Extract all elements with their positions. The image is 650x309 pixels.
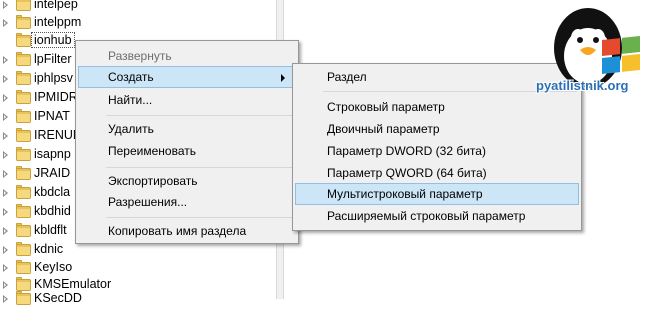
expand-arrow-icon[interactable] xyxy=(3,94,8,102)
logo-text: pyatilistnik.org xyxy=(536,78,629,93)
expand-arrow-icon[interactable] xyxy=(3,1,8,9)
expand-arrow-icon[interactable] xyxy=(3,113,8,121)
folder-icon xyxy=(16,204,31,218)
tree-item-intelpep[interactable]: intelpep xyxy=(0,0,276,15)
tree-item-label: kbdhid xyxy=(34,204,71,218)
tree-item-label: KSecDD xyxy=(34,291,82,305)
pyatilistnik-logo: pyatilistnik.org xyxy=(536,0,650,115)
menu-separator xyxy=(106,217,294,218)
submenu-item-dword-value[interactable]: Параметр DWORD (32 бита) xyxy=(295,140,579,162)
folder-icon xyxy=(16,223,31,237)
expand-arrow-icon[interactable] xyxy=(3,246,8,254)
folder-icon xyxy=(16,128,31,142)
folder-icon xyxy=(16,291,31,305)
menu-item-permissions[interactable]: Разрешения... xyxy=(78,191,296,213)
tree-item-label: IPMIDR xyxy=(34,90,78,104)
expand-arrow-icon[interactable] xyxy=(3,56,8,64)
expand-arrow-icon[interactable] xyxy=(3,19,8,27)
folder-icon xyxy=(16,71,31,85)
expand-arrow-icon[interactable] xyxy=(3,295,8,303)
penguin-logo-icon xyxy=(554,8,640,88)
menu-item-export[interactable]: Экспортировать xyxy=(78,170,296,192)
submenu-item-string-value[interactable]: Строковый параметр xyxy=(295,96,579,118)
expand-arrow-icon[interactable] xyxy=(3,75,8,83)
folder-icon xyxy=(16,15,31,29)
context-menu: Развернуть Создать Найти... Удалить Пере… xyxy=(75,40,299,244)
folder-icon xyxy=(16,166,31,180)
folder-icon xyxy=(16,90,31,104)
expand-arrow-icon[interactable] xyxy=(3,132,8,140)
tree-item-label: KMSEmulator xyxy=(34,277,112,291)
submenu-item-expandable-string-value[interactable]: Расширяемый строковый параметр xyxy=(295,205,579,227)
folder-icon xyxy=(16,260,31,274)
tree-item-intelppm[interactable]: intelppm xyxy=(0,14,276,33)
submenu-item-qword-value[interactable]: Параметр QWORD (64 бита) xyxy=(295,162,579,184)
folder-icon xyxy=(16,0,31,11)
menu-item-create[interactable]: Создать xyxy=(78,66,296,88)
tree-item-label: iphlpsv xyxy=(34,71,73,85)
menu-separator xyxy=(106,167,294,168)
tree-item-label: kbdcla xyxy=(34,185,71,199)
tree-item-label: kdnic xyxy=(34,242,64,256)
tree-item-label: lpFilter xyxy=(34,52,72,66)
folder-icon xyxy=(16,147,31,161)
tree-item-label: intelppm xyxy=(34,15,82,29)
menu-item-expand[interactable]: Развернуть xyxy=(78,45,296,67)
expand-arrow-icon[interactable] xyxy=(3,189,8,197)
expand-arrow-icon[interactable] xyxy=(3,208,8,216)
submenu-arrow-icon xyxy=(281,74,285,82)
tree-item-label: kbldflt xyxy=(34,223,67,237)
expand-arrow-icon[interactable] xyxy=(3,264,8,272)
tree-item-label: ionhub xyxy=(31,32,75,48)
menu-item-copy-key-name[interactable]: Копировать имя раздела xyxy=(78,220,296,242)
tree-item-label: KeyIso xyxy=(34,260,73,274)
expand-arrow-icon[interactable] xyxy=(3,151,8,159)
menu-item-rename[interactable]: Переименовать xyxy=(78,140,296,162)
tree-item-label: JRAID xyxy=(34,166,71,180)
expand-arrow-icon[interactable] xyxy=(3,281,8,289)
tree-item-label: intelpep xyxy=(34,0,78,11)
folder-icon xyxy=(16,33,31,47)
folder-icon xyxy=(16,242,31,256)
expand-arrow-icon[interactable] xyxy=(3,170,8,178)
menu-item-delete[interactable]: Удалить xyxy=(78,118,296,140)
folder-icon xyxy=(16,109,31,123)
menu-item-find[interactable]: Найти... xyxy=(78,89,296,111)
folder-icon xyxy=(16,52,31,66)
submenu-item-binary-value[interactable]: Двоичный параметр xyxy=(295,118,579,140)
folder-icon xyxy=(16,185,31,199)
tree-item-label: isapnp xyxy=(34,147,71,161)
expand-arrow-icon[interactable] xyxy=(3,227,8,235)
submenu-item-multi-string-value[interactable]: Мультистроковый параметр xyxy=(295,183,579,205)
tree-item-ksecdd[interactable]: KSecDD xyxy=(0,290,276,309)
tree-item-label: IPNAT xyxy=(34,109,70,123)
menu-separator xyxy=(106,115,294,116)
